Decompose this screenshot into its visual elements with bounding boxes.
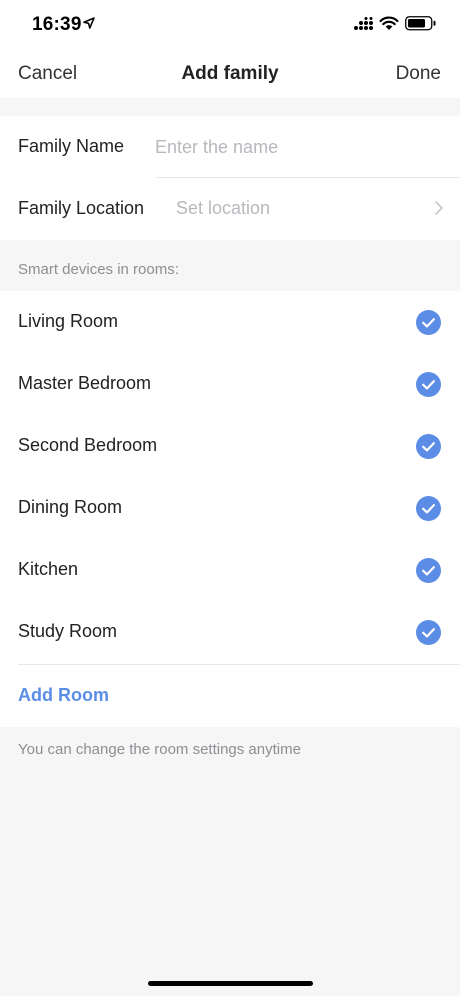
- navigation-bar: Cancel Add family Done: [0, 50, 460, 98]
- checkmark-icon[interactable]: [416, 310, 441, 335]
- rooms-list: Living Room Master Bedroom Second Bedroo…: [0, 291, 460, 727]
- room-name: Study Room: [18, 621, 118, 641]
- checkmark-icon[interactable]: [416, 558, 441, 583]
- wifi-icon: [379, 16, 399, 30]
- checkmark-icon[interactable]: [416, 434, 441, 459]
- room-name: Master Bedroom: [18, 373, 152, 393]
- family-location-label: Family Location: [18, 198, 145, 218]
- room-row-study-room[interactable]: Study Room: [0, 601, 460, 663]
- chevron-right-icon: [435, 201, 443, 215]
- room-settings-note: You can change the room settings anytime: [18, 741, 301, 758]
- family-name-input[interactable]: [155, 130, 425, 164]
- signal-icon: [354, 17, 373, 30]
- status-time: 16:39: [32, 14, 82, 35]
- divider: [18, 664, 460, 665]
- room-name: Dining Room: [18, 497, 123, 517]
- add-room-button[interactable]: Add Room: [18, 685, 109, 706]
- room-name: Living Room: [18, 311, 119, 331]
- family-name-row: Family Name: [0, 116, 460, 178]
- location-arrow-icon: [83, 17, 95, 29]
- checkmark-icon[interactable]: [416, 496, 441, 521]
- done-button[interactable]: Done: [396, 63, 441, 85]
- home-indicator[interactable]: [148, 981, 313, 986]
- status-bar: 16:39: [0, 0, 460, 50]
- room-row-kitchen[interactable]: Kitchen: [0, 539, 460, 601]
- page-title: Add family: [181, 63, 279, 84]
- battery-icon: [405, 16, 436, 31]
- room-row-master-bedroom[interactable]: Master Bedroom: [0, 353, 460, 415]
- room-row-second-bedroom[interactable]: Second Bedroom: [0, 415, 460, 477]
- room-row-living-room[interactable]: Living Room: [0, 291, 460, 353]
- family-location-row[interactable]: Family Location Set location: [0, 178, 460, 240]
- room-name: Kitchen: [18, 559, 79, 579]
- family-name-label: Family Name: [18, 136, 125, 156]
- room-name: Second Bedroom: [18, 435, 158, 455]
- room-row-dining-room[interactable]: Dining Room: [0, 477, 460, 539]
- checkmark-icon[interactable]: [416, 372, 441, 397]
- family-location-value: Set location: [176, 198, 271, 218]
- checkmark-icon[interactable]: [416, 620, 441, 645]
- rooms-section-header: Smart devices in rooms:: [18, 261, 179, 278]
- family-form: Family Name Family Location Set location: [0, 116, 460, 240]
